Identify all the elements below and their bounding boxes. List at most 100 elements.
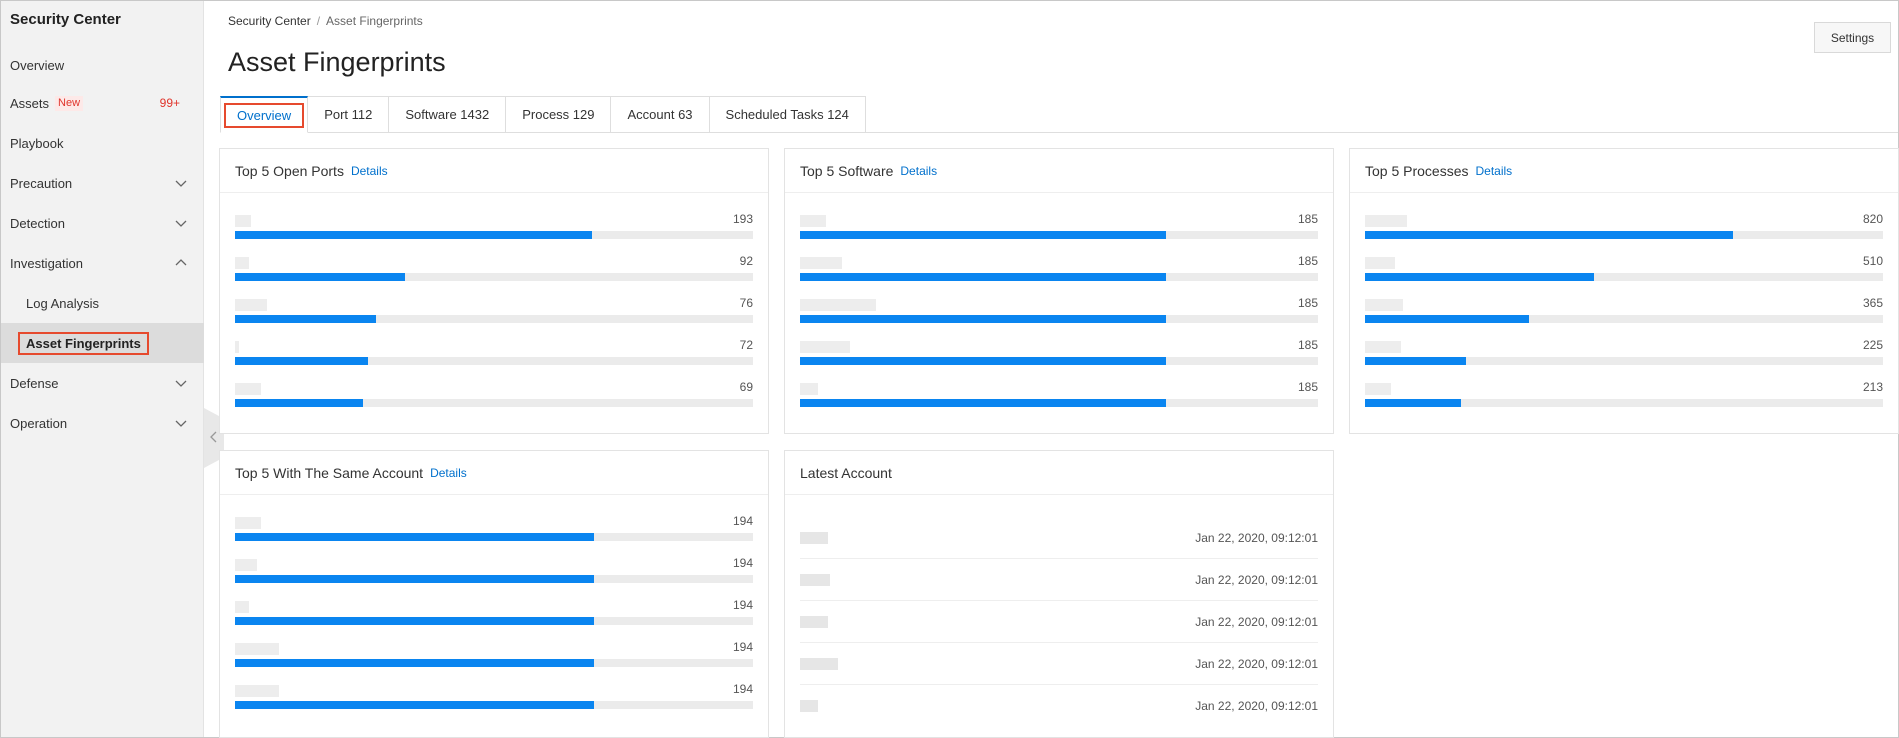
chevron-left-icon — [209, 431, 219, 446]
redacted-label — [1365, 383, 1391, 395]
bar-row: 185 — [800, 338, 1318, 368]
sidebar: Security Center Overview Assets New 99+ … — [1, 1, 204, 737]
bar-track — [1365, 399, 1883, 407]
bar-row: 194 — [235, 640, 753, 670]
bar-value: 194 — [732, 556, 753, 570]
bar-fill — [235, 533, 594, 541]
bar-row: 194 — [235, 682, 753, 712]
bar-row: 194 — [235, 598, 753, 628]
bar-row: 225 — [1365, 338, 1883, 368]
redacted-label — [800, 215, 826, 227]
tab-label: Overview — [224, 102, 305, 128]
bar-fill — [235, 273, 406, 281]
top-open-ports-card: Top 5 Open Ports Details 193 92 76 72 69 — [219, 148, 769, 434]
settings-button[interactable]: Settings — [1814, 22, 1891, 53]
sidebar-item-precaution[interactable]: Precaution — [1, 165, 204, 201]
bar-value: 225 — [1862, 338, 1883, 352]
chevron-down-icon — [174, 216, 188, 230]
redacted-label — [235, 643, 279, 655]
chevron-down-icon — [174, 176, 188, 190]
sidebar-item-overview[interactable]: Overview — [1, 47, 204, 83]
new-badge: New — [55, 95, 84, 111]
sidebar-item-label: Playbook — [10, 135, 64, 151]
bar-value: 510 — [1862, 254, 1883, 268]
bar-track — [235, 357, 753, 365]
bar-value: 194 — [732, 640, 753, 654]
bar-row: 820 — [1365, 212, 1883, 242]
bar-track — [235, 659, 753, 667]
bar-row: 194 — [235, 514, 753, 544]
top-processes-card: Top 5 Processes Details 820 510 365 225 213 — [1349, 148, 1899, 434]
bar-row: 185 — [800, 254, 1318, 284]
card-header: Latest Account — [785, 451, 1333, 495]
bar-value: 185 — [1297, 212, 1318, 226]
sidebar-item-detection[interactable]: Detection — [1, 205, 204, 241]
card-title: Top 5 Processes — [1365, 162, 1469, 179]
page-title: Asset Fingerprints — [228, 47, 446, 77]
breadcrumb-root[interactable]: Security Center — [228, 14, 311, 28]
bar-track — [235, 575, 753, 583]
details-link[interactable]: Details — [1476, 164, 1513, 178]
sidebar-item-defense[interactable]: Defense — [1, 365, 204, 401]
bar-fill — [800, 315, 1166, 323]
sidebar-item-investigation[interactable]: Investigation — [1, 245, 204, 281]
bar-track — [235, 231, 753, 239]
redacted-label — [1365, 257, 1395, 269]
bar-value: 193 — [732, 212, 753, 226]
bar-value: 76 — [739, 296, 753, 310]
bar-track — [800, 273, 1318, 281]
redacted-label — [1365, 215, 1407, 227]
latest-account-card: Latest Account Jan 22, 2020, 09:12:01 Jan… — [784, 450, 1334, 738]
list-item: Jan 22, 2020, 09:12:01 — [800, 685, 1318, 727]
sidebar-item-assets[interactable]: Assets New 99+ — [1, 85, 204, 121]
details-link[interactable]: Details — [430, 466, 467, 480]
redacted-label — [800, 341, 850, 353]
card-header: Top 5 Software Details — [785, 149, 1333, 193]
details-link[interactable]: Details — [351, 164, 388, 178]
sidebar-item-label: Log Analysis — [26, 295, 99, 311]
bar-value: 72 — [739, 338, 753, 352]
card-title: Latest Account — [800, 464, 892, 481]
tab-bar: Overview Port 112 Software 1432 Process … — [220, 96, 866, 133]
tab-software[interactable]: Software 1432 — [389, 96, 507, 133]
sidebar-item-label: Investigation — [10, 255, 83, 271]
bar-value: 194 — [732, 682, 753, 696]
sidebar-item-log-analysis[interactable]: Log Analysis — [1, 285, 204, 321]
bar-row: 76 — [235, 296, 753, 326]
bar-row: 185 — [800, 212, 1318, 242]
tab-overview[interactable]: Overview — [220, 96, 309, 133]
sidebar-item-label: Precaution — [10, 175, 73, 191]
top-same-account-card: Top 5 With The Same Account Details 194 1… — [219, 450, 769, 738]
account-timestamp: Jan 22, 2020, 09:12:01 — [1195, 573, 1318, 587]
bar-fill — [235, 357, 369, 365]
bar-track — [800, 315, 1318, 323]
tab-port[interactable]: Port 112 — [308, 96, 390, 133]
list-item: Jan 22, 2020, 09:12:01 — [800, 559, 1318, 601]
bar-value: 194 — [732, 514, 753, 528]
redacted-label — [800, 299, 876, 311]
tab-account[interactable]: Account 63 — [611, 96, 710, 133]
bar-value: 185 — [1297, 296, 1318, 310]
bar-row: 72 — [235, 338, 753, 368]
account-timestamp: Jan 22, 2020, 09:12:01 — [1195, 657, 1318, 671]
bar-track — [235, 533, 753, 541]
redacted-label — [235, 517, 261, 529]
sidebar-item-label: Detection — [10, 215, 65, 231]
bar-row: 185 — [800, 296, 1318, 326]
bar-value: 92 — [739, 254, 753, 268]
sidebar-item-playbook[interactable]: Playbook — [1, 125, 204, 161]
redacted-label — [1365, 299, 1403, 311]
redacted-account-name — [800, 574, 830, 586]
bar-row: 510 — [1365, 254, 1883, 284]
sidebar-item-operation[interactable]: Operation — [1, 405, 204, 441]
account-timestamp: Jan 22, 2020, 09:12:01 — [1195, 699, 1318, 713]
tab-process[interactable]: Process 129 — [506, 96, 612, 133]
breadcrumb-current: Asset Fingerprints — [326, 14, 423, 28]
redacted-label — [235, 299, 267, 311]
bar-track — [1365, 357, 1883, 365]
sidebar-item-asset-fingerprints[interactable]: Asset Fingerprints — [1, 323, 204, 363]
bar-value: 194 — [732, 598, 753, 612]
bar-fill — [235, 315, 376, 323]
details-link[interactable]: Details — [900, 164, 937, 178]
tab-scheduled-tasks[interactable]: Scheduled Tasks 124 — [709, 96, 866, 133]
